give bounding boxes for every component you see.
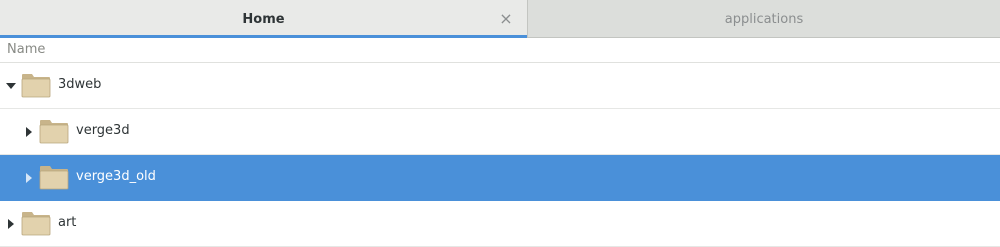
tree-row-verge3d-old[interactable]: verge3d_old bbox=[0, 155, 1000, 201]
row-label: art bbox=[58, 215, 77, 230]
tab-home-label: Home bbox=[242, 11, 285, 27]
folder-icon bbox=[21, 74, 51, 98]
collapsed-arrow-icon[interactable] bbox=[21, 170, 37, 186]
folder-icon bbox=[39, 166, 69, 190]
expanded-arrow-icon[interactable] bbox=[3, 78, 19, 94]
tab-bar: Home × applications bbox=[0, 0, 1000, 38]
collapsed-arrow-icon[interactable] bbox=[21, 124, 37, 140]
tree-row-3dweb[interactable]: 3dweb bbox=[0, 63, 1000, 109]
tab-close-icon[interactable]: × bbox=[497, 9, 515, 28]
column-header-name[interactable]: Name bbox=[0, 38, 1000, 63]
tree-row-art[interactable]: art bbox=[0, 201, 1000, 247]
collapsed-arrow-icon[interactable] bbox=[3, 216, 19, 232]
column-header-label: Name bbox=[7, 42, 46, 57]
folder-icon bbox=[39, 120, 69, 144]
tab-home[interactable]: Home × bbox=[0, 0, 528, 38]
folder-icon bbox=[21, 212, 51, 236]
tab-applications-label: applications bbox=[724, 11, 804, 27]
tab-applications[interactable]: applications bbox=[528, 0, 1000, 38]
row-label: verge3d bbox=[76, 123, 130, 138]
row-label: verge3d_old bbox=[76, 169, 156, 184]
row-label: 3dweb bbox=[58, 77, 102, 92]
tree-row-verge3d[interactable]: verge3d bbox=[0, 109, 1000, 155]
file-tree: 3dweb verge3d verge3d_old art bbox=[0, 63, 1000, 247]
